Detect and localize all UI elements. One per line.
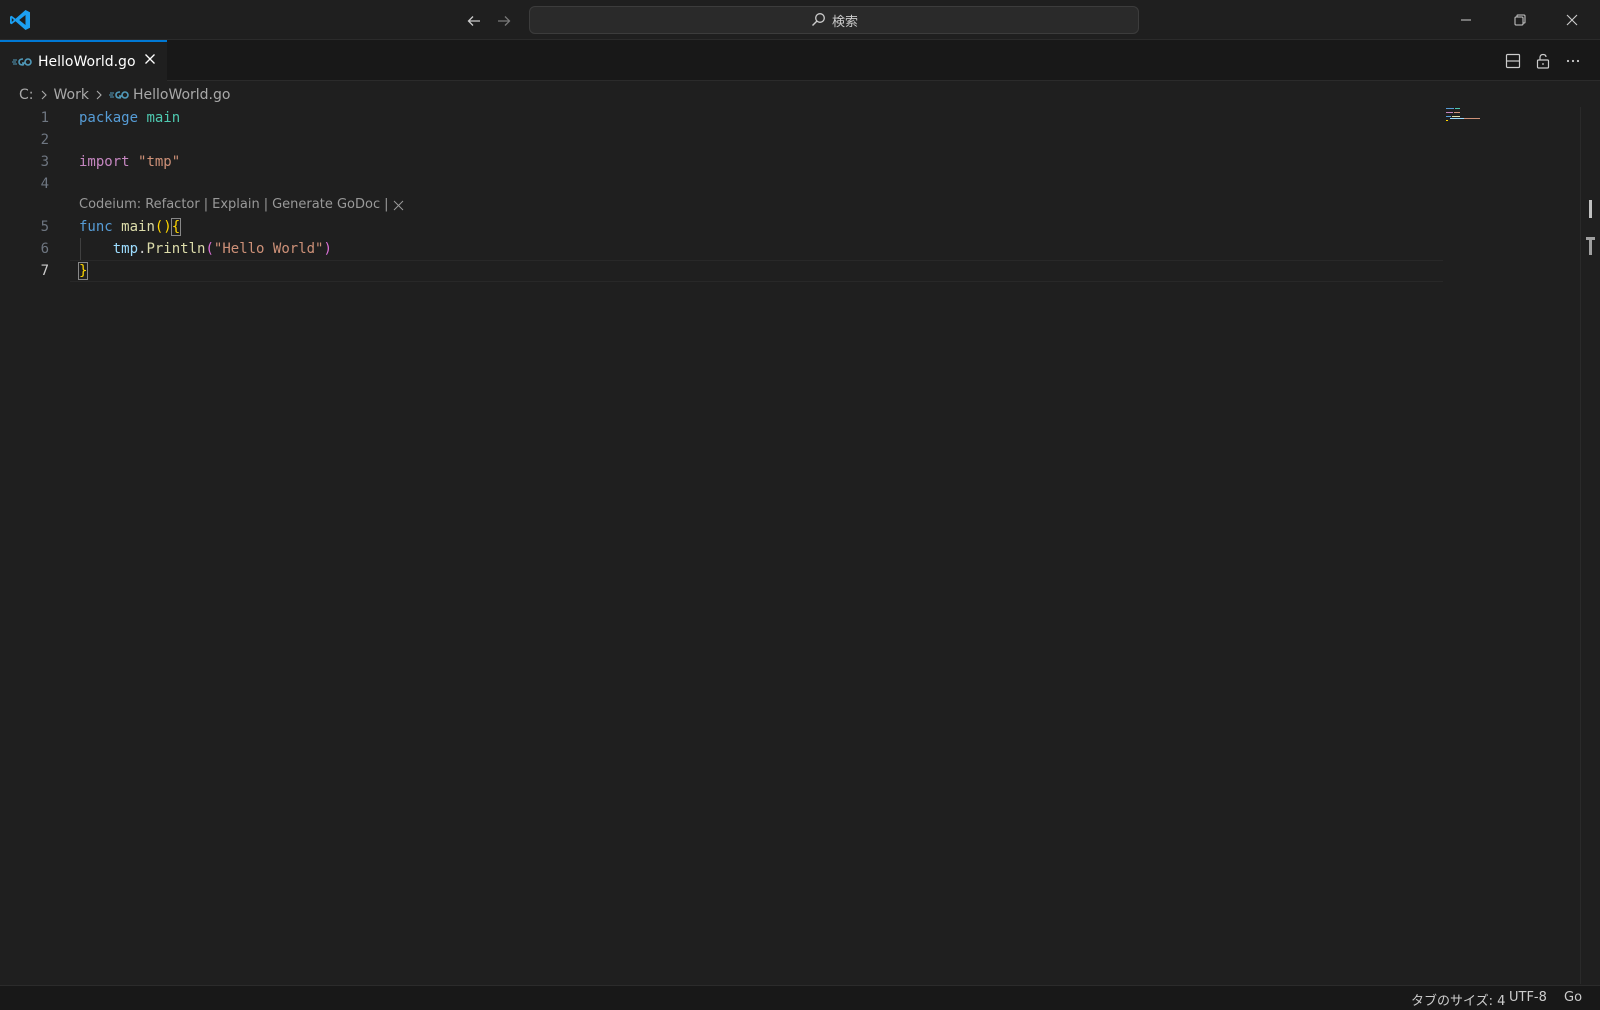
line-number: 6 — [40, 241, 49, 257]
more-actions-button[interactable] — [1562, 50, 1584, 72]
line-number: 1 — [40, 110, 49, 126]
status-bar: タブのサイズ: 4 UTF-8 Go — [0, 985, 1600, 1010]
codelens-separator: | — [263, 197, 269, 212]
code-line-6: tmp.Println("Hello World") — [79, 238, 332, 260]
method-name: Println — [146, 241, 206, 257]
split-editor-button[interactable] — [1502, 50, 1524, 72]
arrow-right-icon — [498, 16, 511, 26]
code-line-7: } — [77, 260, 89, 282]
breadcrumb: C: Work HelloWorld.go — [19, 84, 230, 106]
tab-label: HelloWorld.go — [38, 53, 136, 70]
line-number: 3 — [40, 154, 49, 170]
current-line-highlight — [70, 260, 1443, 282]
package-ref: tmp — [112, 241, 139, 257]
search-icon — [811, 13, 825, 26]
keyword-import: import — [79, 154, 130, 170]
codelens-prefix: Codeium: — [79, 197, 142, 212]
lock-group-button[interactable] — [1532, 50, 1554, 72]
open-brace: { — [170, 218, 182, 236]
line-number: 2 — [40, 132, 49, 148]
codelens-explain[interactable]: Explain — [212, 195, 260, 215]
breadcrumb-drive[interactable]: C: — [19, 87, 34, 103]
split-editor-icon — [1505, 53, 1521, 69]
minimize-button[interactable] — [1440, 0, 1492, 40]
line-number: 4 — [40, 176, 49, 192]
minimap[interactable] — [1446, 107, 1546, 147]
code-line-1: package main — [79, 107, 180, 129]
overview-ruler-marker — [1589, 200, 1592, 218]
status-language-mode[interactable]: Go — [1564, 990, 1582, 1005]
search-placeholder: 検索 — [831, 14, 858, 30]
arrow-left-icon — [467, 16, 480, 26]
open-paren: ( — [205, 241, 214, 257]
close-icon[interactable] — [393, 200, 404, 211]
ellipsis-icon — [1566, 59, 1580, 63]
unlock-icon — [1536, 53, 1550, 69]
overview-ruler-marker — [1589, 237, 1592, 255]
import-path: "tmp" — [138, 154, 181, 170]
go-back-button[interactable] — [463, 10, 485, 32]
tab-bar: HelloWorld.go — [0, 40, 1600, 81]
close-window-button[interactable] — [1546, 0, 1598, 40]
restore-icon — [1514, 14, 1526, 26]
status-tab-size[interactable]: タブのサイズ: 4 — [1411, 990, 1505, 1009]
line-number: 5 — [40, 219, 49, 235]
codelens-generate-godoc[interactable]: Generate GoDoc — [272, 195, 380, 215]
minimap-preview — [1446, 108, 1480, 121]
close-brace: } — [77, 262, 89, 280]
function-name: main — [121, 219, 155, 235]
breadcrumb-file[interactable]: HelloWorld.go — [133, 87, 231, 103]
command-center-search[interactable]: 検索 — [529, 6, 1139, 34]
close-icon — [145, 54, 155, 64]
close-tab-button[interactable] — [142, 51, 158, 67]
breadcrumb-folder[interactable]: Work — [54, 87, 89, 103]
function-parens: () — [154, 219, 172, 235]
minimize-icon — [1461, 19, 1471, 21]
codelens-refactor[interactable]: Refactor — [145, 195, 200, 215]
status-encoding[interactable]: UTF-8 — [1509, 990, 1547, 1005]
restore-button[interactable] — [1494, 0, 1546, 40]
codelens-separator: | — [203, 197, 209, 212]
package-name: main — [146, 110, 181, 126]
code-line-5: func main(){ — [79, 216, 182, 238]
go-forward-button[interactable] — [493, 10, 515, 32]
close-icon — [1566, 14, 1578, 26]
code-editor[interactable]: 1 2 3 4 5 6 7 package main import "tmp" … — [0, 107, 1600, 984]
code-line-3: import "tmp" — [79, 151, 180, 173]
keyword-package: package — [79, 110, 139, 126]
chevron-right-icon — [93, 89, 105, 101]
go-file-icon — [12, 57, 32, 66]
codeium-codelens: Codeium: Refactor | Explain | Generate G… — [79, 195, 404, 215]
close-paren: ) — [323, 241, 332, 257]
go-file-icon — [108, 91, 129, 99]
line-number-active: 7 — [40, 263, 49, 279]
string-literal: "Hello World" — [213, 241, 324, 257]
chevron-right-icon — [38, 89, 50, 101]
codelens-separator: | — [384, 197, 389, 212]
title-bar: 検索 — [0, 0, 1600, 40]
vscode-logo-icon — [8, 8, 32, 32]
keyword-func: func — [79, 219, 113, 235]
